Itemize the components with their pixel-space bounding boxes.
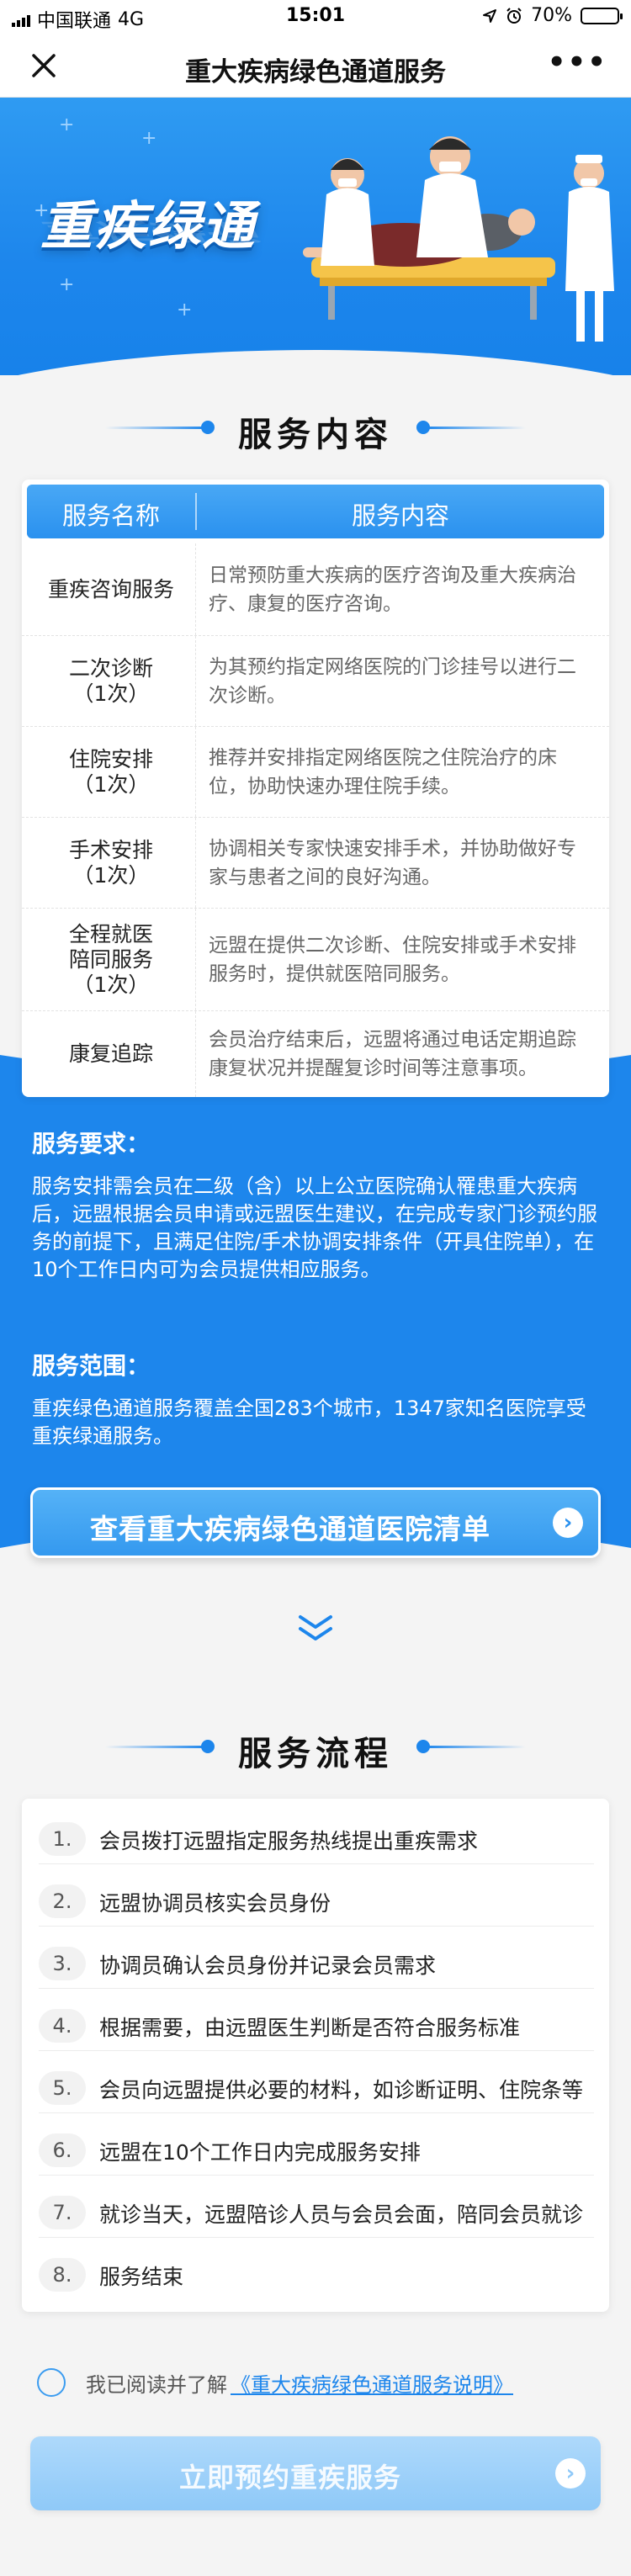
service-process-title: 服务流程 — [238, 1735, 393, 1773]
location-icon — [483, 8, 497, 23]
service-table: 服务名称 服务内容 重疾咨询服务 日常预防重大疾病的医疗咨询及重大疾病治疗、康复… — [22, 480, 609, 1097]
sparkle-icon: + — [141, 128, 157, 149]
service-terms-link[interactable]: 《重大疾病绿色通道服务说明》 — [231, 2368, 513, 2398]
agreement-checkbox[interactable] — [37, 2368, 66, 2397]
service-content-heading: 服务内容 — [0, 402, 631, 454]
step-number: 4. — [39, 2009, 86, 2043]
scope-text: 重疾绿色通道服务覆盖全国283个城市，1347家知名医院享受重疾绿通服务。 — [32, 1397, 586, 1448]
row-service-desc: 远盟在提供二次诊断、住院安排或手术安排服务时，提供就医陪同服务。 — [209, 934, 576, 985]
row-service-name: 手术安排 （1次） — [68, 837, 153, 888]
table-row: 康复追踪 会员治疗结束后，远盟将通过电话定期追踪康复状况并提醒复诊时间等注意事项… — [22, 1011, 609, 1097]
banner-title-reflection: 重疾绿通 — [40, 217, 257, 246]
row-service-desc: 会员治疗结束后，远盟将通过电话定期追踪康复状况并提醒复诊时间等注意事项。 — [209, 1029, 576, 1079]
book-button-label: 立即预约重疾服务 — [178, 2462, 401, 2494]
table-row: 手术安排 （1次） 协调相关专家快速安排手术，并协助做好专家与患者之间的良好沟通… — [22, 818, 609, 909]
row-service-name: 重疾咨询服务 — [47, 576, 174, 602]
page-title: 重大疾病绿色通道服务 — [185, 57, 446, 87]
step-number: 2. — [39, 1884, 86, 1918]
medical-staff-stretcher-illustration — [303, 136, 614, 342]
list-item: 8. 服务结束 — [39, 2250, 594, 2300]
step-text: 会员拨打远盟指定服务热线提出重疾需求 — [99, 1829, 479, 1853]
step-number: 3. — [39, 1947, 86, 1980]
row-divider — [195, 727, 196, 817]
battery-icon — [581, 7, 623, 24]
row-divider — [195, 636, 196, 726]
header-service-name: 服务名称 — [61, 501, 160, 530]
requirement-text: 服务安排需会员在二级（含）以上公立医院确认罹患重大疾病后，远盟根据会员申请或远盟… — [32, 1174, 597, 1281]
list-item: 1. 会员拨打远盟指定服务热线提出重疾需求 — [39, 1814, 594, 1864]
step-text: 远盟在10个工作日内完成服务安排 — [99, 2140, 421, 2165]
step-number: 5. — [39, 2071, 86, 2105]
sparkle-icon: + — [59, 274, 75, 295]
service-process-heading: 服务流程 — [0, 1721, 631, 1773]
row-service-name: 康复追踪 — [68, 1042, 153, 1066]
row-divider — [195, 909, 196, 1010]
row-divider — [195, 543, 196, 635]
arrow-right-icon: › — [553, 1508, 583, 1538]
table-row: 全程就医 陪同服务 （1次） 远盟在提供二次诊断、住院安排或手术安排服务时，提供… — [22, 909, 609, 1011]
table-header: 服务名称 服务内容 — [27, 485, 604, 538]
table-row: 重疾咨询服务 日常预防重大疾病的医疗咨询及重大疾病治疗、康复的医疗咨询。 — [22, 543, 609, 636]
battery-percent: 70% — [531, 5, 572, 26]
hospital-button-label: 查看重大疾病绿色通道医院清单 — [90, 1513, 490, 1545]
status-bar: 中国联通 4G 15:01 70% — [0, 0, 631, 34]
list-item: 2. 远盟协调员核实会员身份 — [39, 1876, 594, 1927]
row-service-name: 全程就医 陪同服务 （1次） — [68, 921, 153, 997]
row-service-desc: 推荐并安排指定网络医院之住院治疗的床位，协助快速办理住院手续。 — [209, 746, 557, 798]
header-service-content: 服务内容 — [351, 501, 449, 530]
list-item: 3. 协调员确认会员身份并记录会员需求 — [39, 1938, 594, 1989]
row-service-desc: 协调相关专家快速安排手术，并协助做好专家与患者之间的良好沟通。 — [209, 837, 576, 888]
step-number: 7. — [39, 2196, 86, 2229]
step-text: 远盟协调员核实会员身份 — [99, 1891, 331, 1916]
step-number: 8. — [39, 2258, 86, 2292]
process-list: 1. 会员拨打远盟指定服务热线提出重疾需求 2. 远盟协调员核实会员身份 3. 协调员… — [22, 1799, 609, 2312]
list-item: 6. 远盟在10个工作日内完成服务安排 — [39, 2125, 594, 2176]
agreement-row: 我已阅读并了解 《重大疾病绿色通道服务说明》 — [37, 2367, 513, 2398]
table-row: 住院安排 （1次） 推荐并安排指定网络医院之住院治疗的床位，协助快速办理住院手续… — [22, 727, 609, 818]
heading-line-right — [425, 427, 526, 429]
sparkle-icon: + — [59, 114, 75, 135]
table-row: 二次诊断 （1次） 为其预约指定网络医院的门诊挂号以进行二次诊断。 — [22, 636, 609, 727]
row-divider — [195, 1011, 196, 1097]
sparkle-icon: + — [177, 299, 193, 321]
list-item: 7. 就诊当天，远盟陪诊人员与会员会面，陪同会员就诊 — [39, 2187, 594, 2238]
arrow-right-icon: › — [555, 2458, 586, 2489]
view-hospital-list-button[interactable]: 查看重大疾病绿色通道医院清单 › — [30, 1487, 601, 1558]
step-text: 服务结束 — [99, 2265, 184, 2289]
heading-line-right — [425, 1746, 526, 1748]
row-service-name: 二次诊断 （1次） — [68, 655, 153, 706]
step-text: 根据需要，由远盟医生判断是否符合服务标准 — [99, 2016, 521, 2040]
row-divider — [195, 818, 196, 908]
nav-bar: 重大疾病绿色通道服务 ••• — [0, 34, 631, 98]
step-number: 1. — [39, 1822, 86, 1856]
book-service-button[interactable]: 立即预约重疾服务 › — [30, 2436, 601, 2510]
row-service-desc: 日常预防重大疾病的医疗咨询及重大疾病治疗、康复的医疗咨询。 — [209, 564, 576, 615]
double-chevron-down-icon — [299, 1615, 332, 1640]
hero-banner: + + + + + 重疾绿通 重疾绿通 — [0, 98, 631, 375]
step-text: 协调员确认会员身份并记录会员需求 — [99, 1953, 437, 1978]
agreement-prefix: 我已阅读并了解 — [86, 2372, 227, 2397]
step-text: 会员向远盟提供必要的材料，如诊断证明、住院条等 — [99, 2078, 584, 2102]
row-service-name: 住院安排 （1次） — [68, 746, 153, 797]
scope-title: 服务范围： — [32, 1352, 151, 1380]
requirement-title: 服务要求： — [32, 1130, 151, 1158]
service-content-title: 服务内容 — [238, 416, 393, 454]
row-service-desc: 为其预约指定网络医院的门诊挂号以进行二次诊断。 — [209, 655, 576, 707]
list-item: 5. 会员向远盟提供必要的材料，如诊断证明、住院条等 — [39, 2063, 594, 2113]
step-number: 6. — [39, 2133, 86, 2167]
alarm-icon — [506, 7, 522, 24]
status-right: 70% — [482, 5, 623, 26]
step-text: 就诊当天，远盟陪诊人员与会员会面，陪同会员就诊 — [99, 2202, 584, 2227]
list-item: 4. 根据需要，由远盟医生判断是否符合服务标准 — [39, 2001, 594, 2051]
more-menu-icon[interactable]: ••• — [548, 45, 607, 79]
